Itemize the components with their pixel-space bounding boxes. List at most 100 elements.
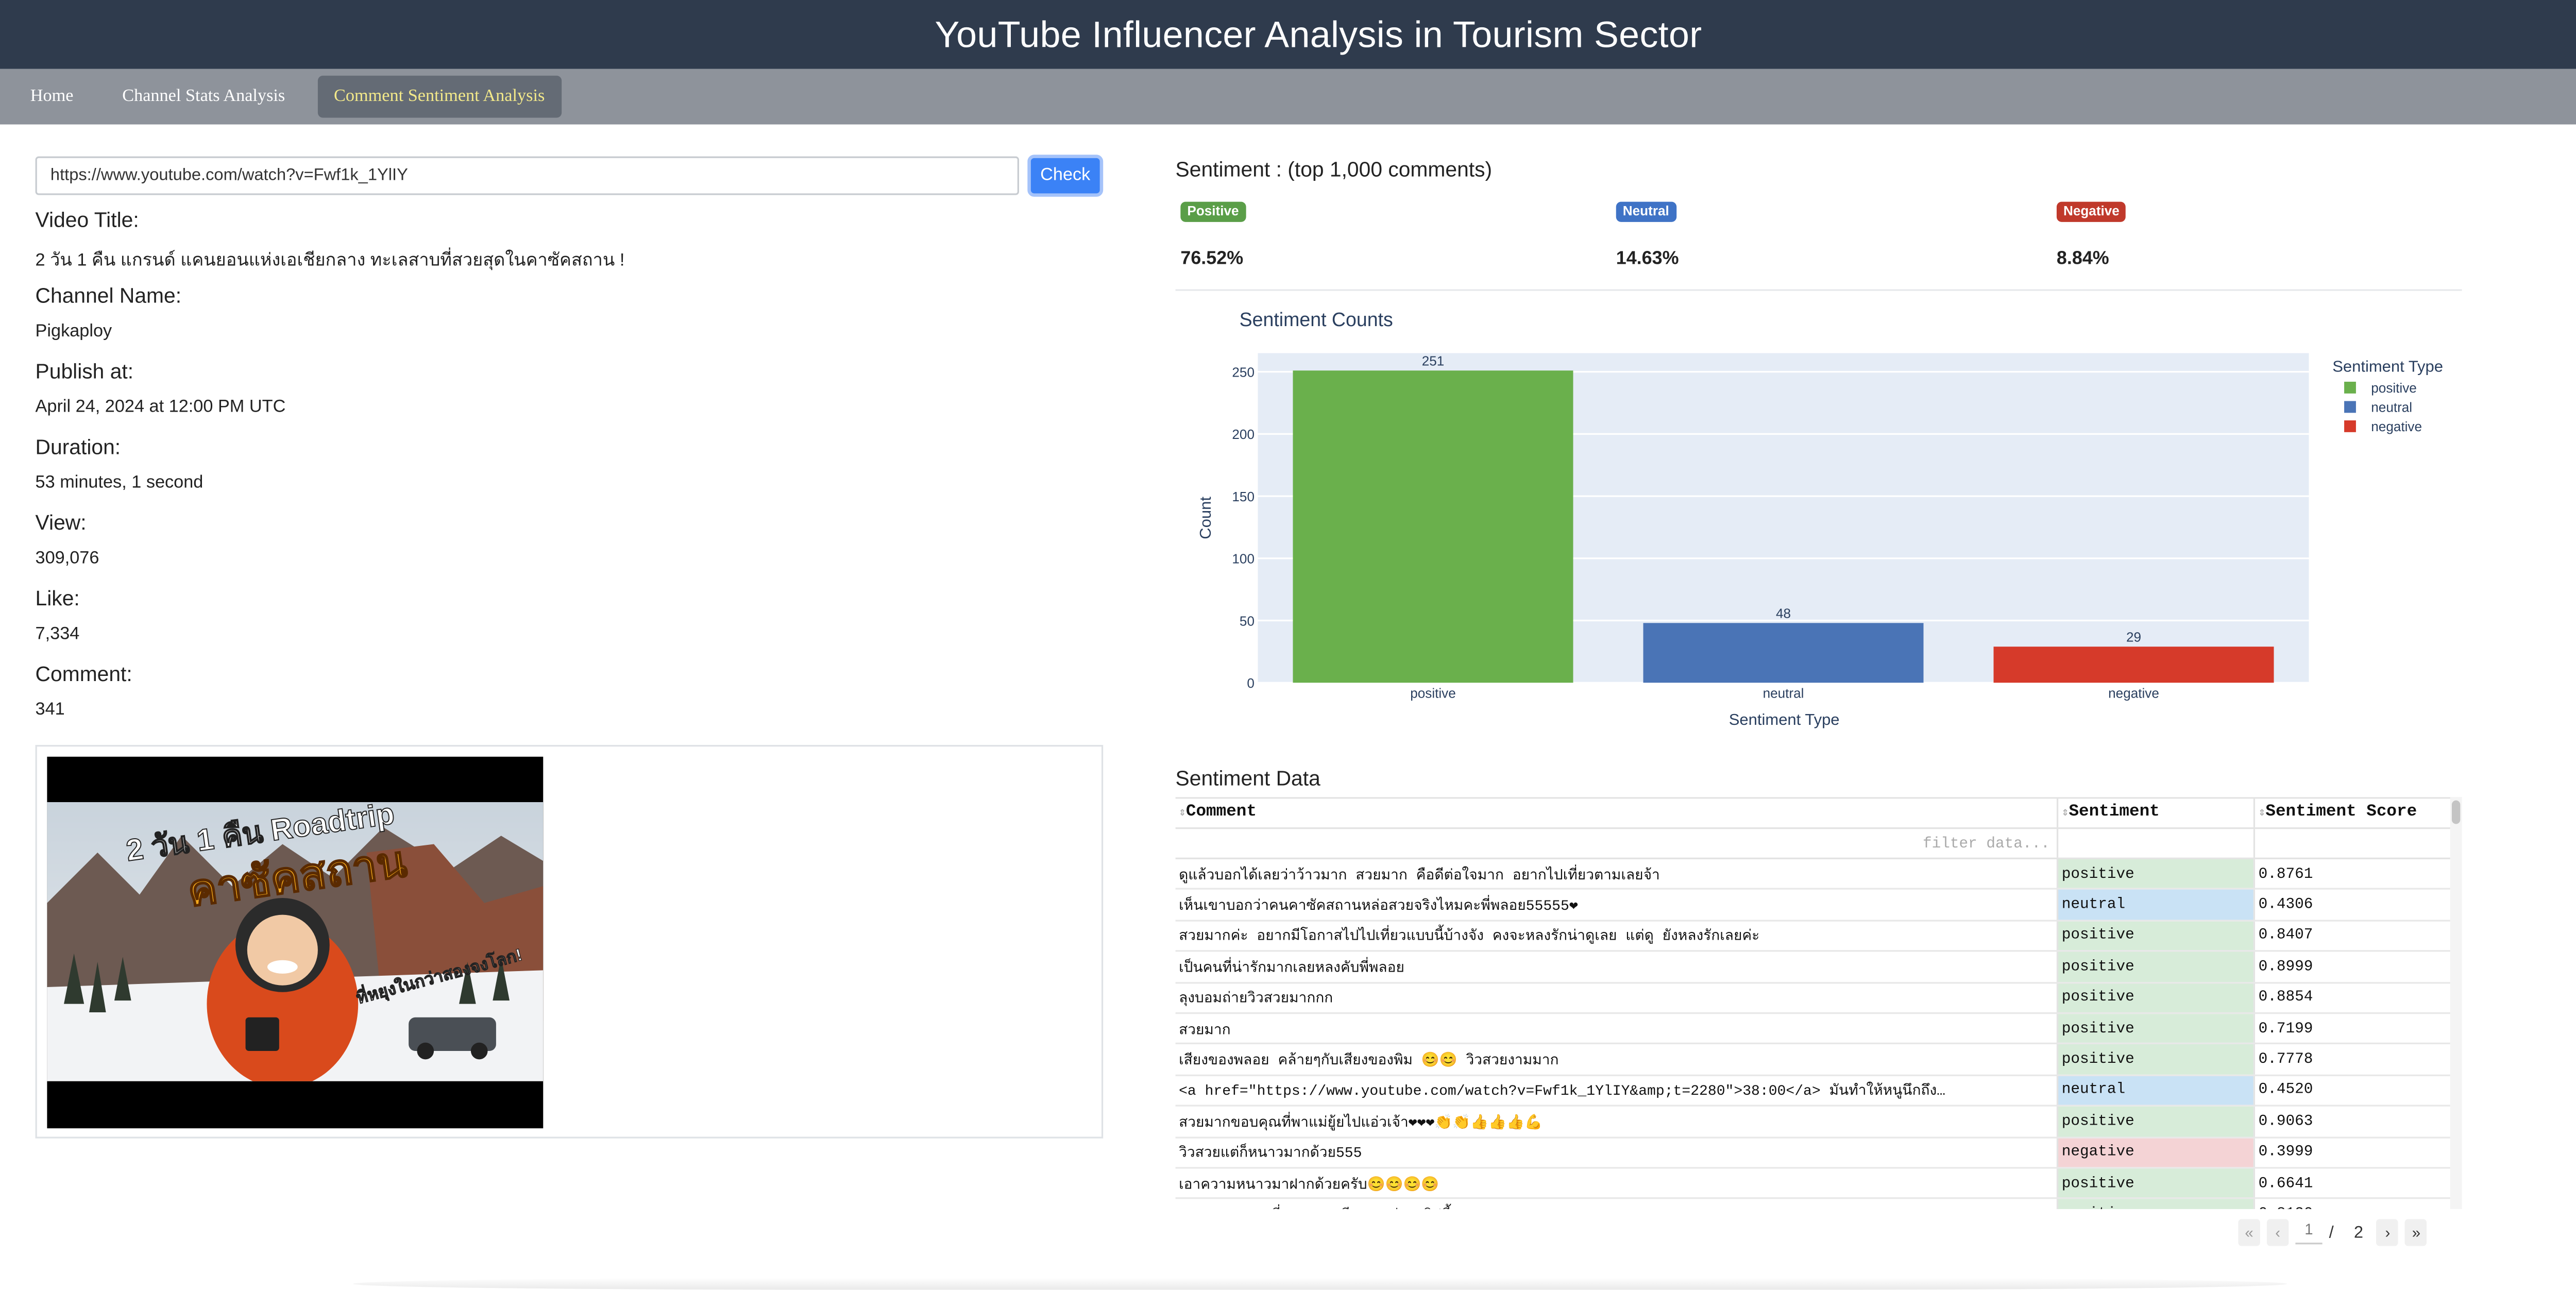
score-cell: 0.9063 <box>2253 1107 2449 1136</box>
video-title-label: Video Title: <box>35 208 139 232</box>
tab-channel-stats[interactable]: Channel Stats Analysis <box>106 76 302 118</box>
table-row[interactable]: เห็นเขาบอกว่าคนคาซัคสถานหล่อสวยจริงไหมคะ… <box>1175 890 2462 921</box>
table-row[interactable]: <a href="https://www.youtube.com/watch?v… <box>1175 1076 2462 1107</box>
table-row[interactable]: สวยมากขอบคุณที่พาแม่ยู้ยไปแอ่วเจ้า❤❤❤👏👏👍… <box>1175 1107 2462 1138</box>
score-cell: 0.4520 <box>2253 1076 2449 1105</box>
bar-value-label: 251 <box>1422 353 1445 368</box>
comment-cell: วิวสวยแต่ก็หนาวมากด้วย555 <box>1179 1145 1362 1163</box>
sentiment-cell: positive <box>2056 983 2253 1012</box>
legend-label-negative[interactable]: negative <box>2371 419 2422 434</box>
table-body: ดูแล้วบอกได้เลยว่าว้าวมาก สวยมาก คือดีต่… <box>1175 859 2462 1209</box>
sentiment-filter-input[interactable] <box>2056 829 2253 858</box>
video-title-value: 2 วัน 1 คืน แกรนด์ แคนยอนแห่งเอเชียกลาง … <box>35 250 625 271</box>
page-input[interactable]: 1 <box>2295 1221 2323 1245</box>
col-header-comment[interactable]: ⇕Comment <box>1176 804 2057 822</box>
tab-comment-sentiment[interactable]: Comment Sentiment Analysis <box>317 75 562 118</box>
positive-badge: Positive <box>1180 201 1246 222</box>
x-axis-label: Sentiment Type <box>1729 710 1840 728</box>
score-cell: 0.8407 <box>2253 921 2449 950</box>
sentiment-cell: positive <box>2056 1107 2253 1136</box>
last-page-button[interactable]: » <box>2405 1219 2428 1246</box>
comment-cell: ตามมาดูเพราะพี่พลอยคนเดียวเลยค่ะ ทริปนี้… <box>1176 1199 2057 1209</box>
x-tick-label: neutral <box>1763 686 1804 701</box>
legend-label-positive[interactable]: positive <box>2371 380 2417 396</box>
pagination: « ‹ 1 / 2 › » <box>2238 1219 2434 1246</box>
legend-swatch-negative[interactable] <box>2344 420 2356 432</box>
comment-label: Comment: <box>35 663 132 686</box>
x-tick-label: positive <box>1410 686 1456 701</box>
comment-filter-input[interactable]: filter data... <box>1176 835 2057 852</box>
score-cell: 0.8120 <box>2253 1199 2449 1209</box>
table-row[interactable]: เอาความหนาวมาฝากด้วยครับ😊😊😊😊 positive 0.66… <box>1175 1168 2462 1200</box>
video-thumbnail[interactable]: 2 วัน 1 คืน Roadtrip คาซัคสถาน ที่หยุงใน… <box>47 756 544 1129</box>
table-row[interactable]: ลุงบอมถ่ายวิวสวยมากกก positive 0.8854 <box>1175 983 2462 1014</box>
table-row[interactable]: เป็นคนที่น่ารักมากเลยหลงคับพี่พลอย positi… <box>1175 952 2462 983</box>
y-tick-label: 50 <box>1240 613 1255 629</box>
comment-cell: สวยมากขอบคุณที่พาแม่ยู้ยไปแอ่วเจ้า❤❤❤👏👏👍… <box>1179 1114 1543 1132</box>
table-scrollbar[interactable] <box>2450 797 2462 1209</box>
table-row[interactable]: เสียงของพลอย คล้ายๆกับเสียงของพิม 😊😊 วิว… <box>1175 1045 2462 1076</box>
url-row: Check <box>35 154 1104 196</box>
table-row[interactable]: ตามมาดูเพราะพี่พลอยคนเดียวเลยค่ะ ทริปนี้… <box>1176 1199 2462 1209</box>
score-cell: 0.4306 <box>2253 890 2449 920</box>
sentiment-summary: Sentiment : (top 1,000 comments) Positiv… <box>1176 155 2462 282</box>
negative-badge: Negative <box>2056 201 2126 222</box>
comment-value: 341 <box>35 699 65 720</box>
comment-cell: ลุงบอมถ่ายวิวสวยมากกก <box>1179 991 1333 1008</box>
page-total: 2 <box>2353 1223 2364 1242</box>
positive-pct: 76.52% <box>1180 249 1244 269</box>
chart-title: Sentiment Counts <box>1240 309 1393 330</box>
neutral-pct: 14.63% <box>1616 249 1679 269</box>
col-header-sentiment[interactable]: ⇕ Sentiment <box>2056 799 2253 827</box>
score-cell: 0.8999 <box>2253 952 2449 981</box>
like-value: 7,334 <box>35 623 80 644</box>
sentiment-cell: neutral <box>2056 890 2253 920</box>
bar-positive[interactable] <box>1293 370 1573 683</box>
bar-negative[interactable] <box>1993 647 2274 683</box>
table-row[interactable]: สวยมาก positive 0.7199 <box>1175 1014 2462 1045</box>
comment-cell: เป็นคนที่น่ารักมากเลยหลงคับพี่พลอย <box>1179 960 1404 977</box>
channel-name-value: Pigkaploy <box>35 321 112 342</box>
score-cell: 0.3999 <box>2253 1138 2449 1167</box>
bar-neutral[interactable] <box>1643 623 1924 683</box>
table-row[interactable]: ดูแล้วบอกได้เลยว่าว้าวมาก สวยมาก คือดีต่… <box>1175 859 2462 890</box>
table-row[interactable]: วิวสวยแต่ก็หนาวมากด้วย555 negative 0.3999 <box>1175 1138 2462 1169</box>
legend-swatch-positive[interactable] <box>2344 381 2356 394</box>
legend-label-neutral[interactable]: neutral <box>2371 400 2412 415</box>
sentiment-cell: positive <box>2056 1045 2253 1074</box>
divider <box>1175 289 2462 291</box>
col-header-score[interactable]: ⇕ Sentiment Score <box>2253 799 2449 827</box>
publish-label: Publish at: <box>35 360 134 384</box>
first-page-button[interactable]: « <box>2238 1219 2260 1246</box>
sentiment-cell: positive <box>2056 1199 2253 1209</box>
prev-page-button[interactable]: ‹ <box>2266 1219 2289 1246</box>
comment-cell: สวยมากค่ะ อยากมีโอกาสไปไปเที่ยวแบบนี้บ้า… <box>1179 929 1760 946</box>
legend-swatch-neutral[interactable] <box>2344 401 2356 413</box>
score-filter-input[interactable] <box>2253 829 2449 858</box>
sentiment-cell: positive <box>2056 952 2253 981</box>
table-row[interactable]: สวยมากค่ะ อยากมีโอกาสไปไปเที่ยวแบบนี้บ้า… <box>1175 921 2462 953</box>
neutral-badge: Neutral <box>1616 201 1676 222</box>
check-button[interactable]: Check <box>1027 154 1104 196</box>
sentiment-cell: positive <box>2056 859 2253 889</box>
comment-cell: สวยมาก <box>1179 1022 1231 1039</box>
y-tick-label: 0 <box>1247 675 1255 691</box>
table-header: ⇕Comment ⇕ Sentiment ⇕ Sentiment Score <box>1175 797 2462 829</box>
scrollbar-thumb[interactable] <box>2451 800 2461 824</box>
page-title: YouTube Influencer Analysis in Tourism S… <box>935 12 1702 55</box>
thumbnail-container: 2 วัน 1 คืน Roadtrip คาซัคสถาน ที่หยุงใน… <box>35 744 1104 1139</box>
chart-svg: Sentiment Counts 251 48 29 0 50 100 150 200 250… <box>1196 309 2443 728</box>
next-page-button[interactable]: › <box>2377 1219 2399 1246</box>
y-tick-label: 150 <box>1232 489 1255 504</box>
sort-icon: ⇕ <box>2061 807 2069 821</box>
sentiment-cell: negative <box>2056 1138 2253 1167</box>
x-tick-label: negative <box>2108 686 2159 701</box>
nav-bar: Home Channel Stats Analysis Comment Sent… <box>0 69 2576 125</box>
sentiment-table: ⇕Comment ⇕ Sentiment ⇕ Sentiment Score fil… <box>1175 797 2462 1209</box>
score-cell: 0.6641 <box>2253 1168 2449 1198</box>
y-axis-label: Count <box>1196 497 1214 539</box>
sort-icon: ⇕ <box>1179 807 1186 821</box>
comment-cell: เอาความหนาวมาฝากด้วยครับ😊😊😊😊 <box>1179 1176 1439 1194</box>
tab-home[interactable]: Home <box>13 76 90 118</box>
url-input[interactable] <box>35 155 1020 194</box>
